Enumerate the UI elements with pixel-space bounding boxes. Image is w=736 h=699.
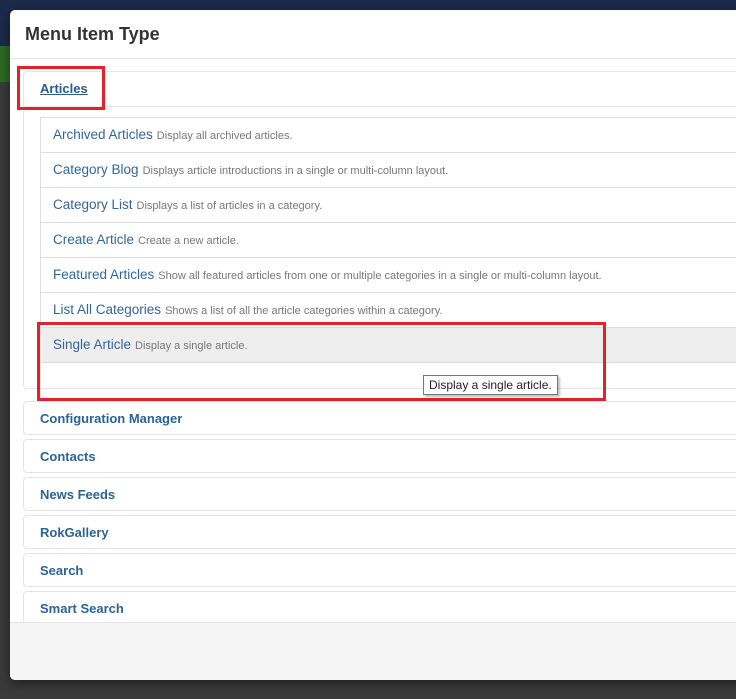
item-title[interactable]: Category Blog (53, 162, 139, 177)
modal-body: Articles Archived Articles Display all ar… (10, 59, 736, 622)
tooltip: Display a single article. (423, 375, 558, 395)
item-title[interactable]: Category List (53, 197, 133, 212)
accordion-group-search: Search (23, 553, 736, 587)
articles-item-list: Archived Articles Display all archived ar… (40, 117, 736, 397)
list-item-list-all-categories[interactable]: List All Categories Shows a list of all t… (41, 293, 736, 328)
modal-title: Menu Item Type (25, 24, 160, 44)
accordion-toggle-rokgallery[interactable]: RokGallery (24, 516, 736, 550)
accordion-toggle-contacts[interactable]: Contacts (24, 440, 736, 474)
accordion-group-smart-search: Smart Search (23, 591, 736, 622)
accordion-group-articles: Articles Archived Articles Display all ar… (23, 71, 736, 397)
accordion-toggle-articles[interactable]: Articles (24, 72, 736, 106)
accordion-group-rokgallery: RokGallery (23, 515, 736, 549)
list-item-create-article[interactable]: Create Article Create a new article. (41, 223, 736, 258)
item-title[interactable]: List All Categories (53, 302, 161, 317)
accordion-toggle-configuration-manager[interactable]: Configuration Manager (24, 402, 736, 436)
list-item-spacer (41, 363, 736, 397)
item-description: Create a new article. (138, 235, 239, 247)
item-description: Shows a list of all the article categori… (165, 305, 443, 317)
item-description: Displays a list of articles in a categor… (136, 200, 323, 212)
menu-item-type-modal: Menu Item Type Articles Archived Article… (10, 10, 736, 680)
list-item-category-list[interactable]: Category List Displays a list of articles… (41, 188, 736, 223)
accordion-toggle-smart-search[interactable]: Smart Search (24, 592, 736, 622)
modal-header: Menu Item Type (10, 10, 736, 59)
accordion-heading-articles: Articles (24, 72, 736, 107)
accordion-toggle-news-feeds[interactable]: News Feeds (24, 478, 736, 512)
list-item-archived-articles[interactable]: Archived Articles Display all archived ar… (41, 118, 736, 153)
item-description: Display all archived articles. (156, 130, 293, 142)
item-title[interactable]: Archived Articles (53, 127, 153, 142)
modal-footer (10, 622, 736, 680)
list-item-featured-articles[interactable]: Featured Articles Show all featured artic… (41, 258, 736, 293)
list-item-category-blog[interactable]: Category Blog Displays article introducti… (41, 153, 736, 188)
item-title[interactable]: Featured Articles (53, 267, 154, 282)
accordion-toggle-search[interactable]: Search (24, 554, 736, 588)
list-item-single-article[interactable]: Single Article Display a single article. (41, 328, 736, 363)
item-description: Displays article introductions in a sing… (142, 165, 449, 177)
item-description: Display a single article. (135, 340, 248, 352)
item-title[interactable]: Create Article (53, 232, 134, 247)
accordion-group-contacts: Contacts (23, 439, 736, 473)
item-title[interactable]: Single Article (53, 337, 131, 352)
accordion-group-configuration-manager: Configuration Manager (23, 401, 736, 435)
item-description: Show all featured articles from one or m… (158, 270, 602, 282)
accordion-group-news-feeds: News Feeds (23, 477, 736, 511)
